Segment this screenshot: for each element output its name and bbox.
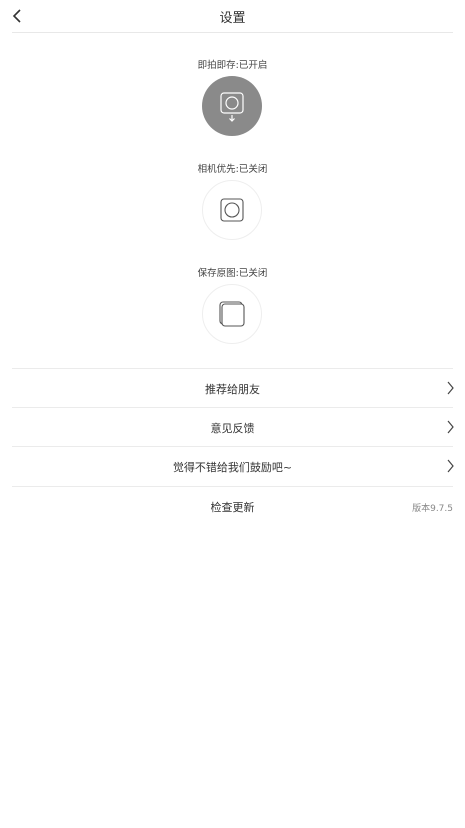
camera-priority-toggle[interactable] [202,180,262,240]
version-text: 版本9.7.5 [412,504,453,514]
toggle-label-camera-priority: 相机优先:已关闭 [197,164,268,175]
feedback-label: 意见反馈 [210,422,255,435]
toggle-label-instant-save: 即拍即存:已开启 [197,60,268,71]
settings-page: 设置 即拍即存:已开启 相机优先:已关闭 保存原图:已关闭 推荐给朋友 意见反馈… [0,0,465,828]
save-original-toggle[interactable] [202,284,262,344]
check-update-row[interactable]: 检查更新 版本9.7.5 [12,486,453,525]
chevron-right-icon [447,381,454,395]
recommend-label: 推荐给朋友 [205,383,260,396]
toggle-label-save-original: 保存原图:已关闭 [197,268,268,279]
rate-us-row[interactable]: 觉得不错给我们鼓励吧~ [12,446,454,485]
feedback-row[interactable]: 意见反馈 [12,407,454,446]
camera-save-icon [220,92,244,122]
camera-icon [220,198,244,222]
stacked-photos-icon [219,301,245,327]
rate-us-label: 觉得不错给我们鼓励吧~ [172,461,293,474]
check-update-label: 检查更新 [210,501,255,514]
header-bar: 设置 [0,0,465,33]
chevron-right-icon [447,420,454,434]
recommend-to-friends-row[interactable]: 推荐给朋友 [12,368,454,407]
header-divider [12,32,453,33]
instant-save-toggle[interactable] [202,76,262,136]
chevron-right-icon [447,459,454,473]
page-title: 设置 [219,11,246,26]
